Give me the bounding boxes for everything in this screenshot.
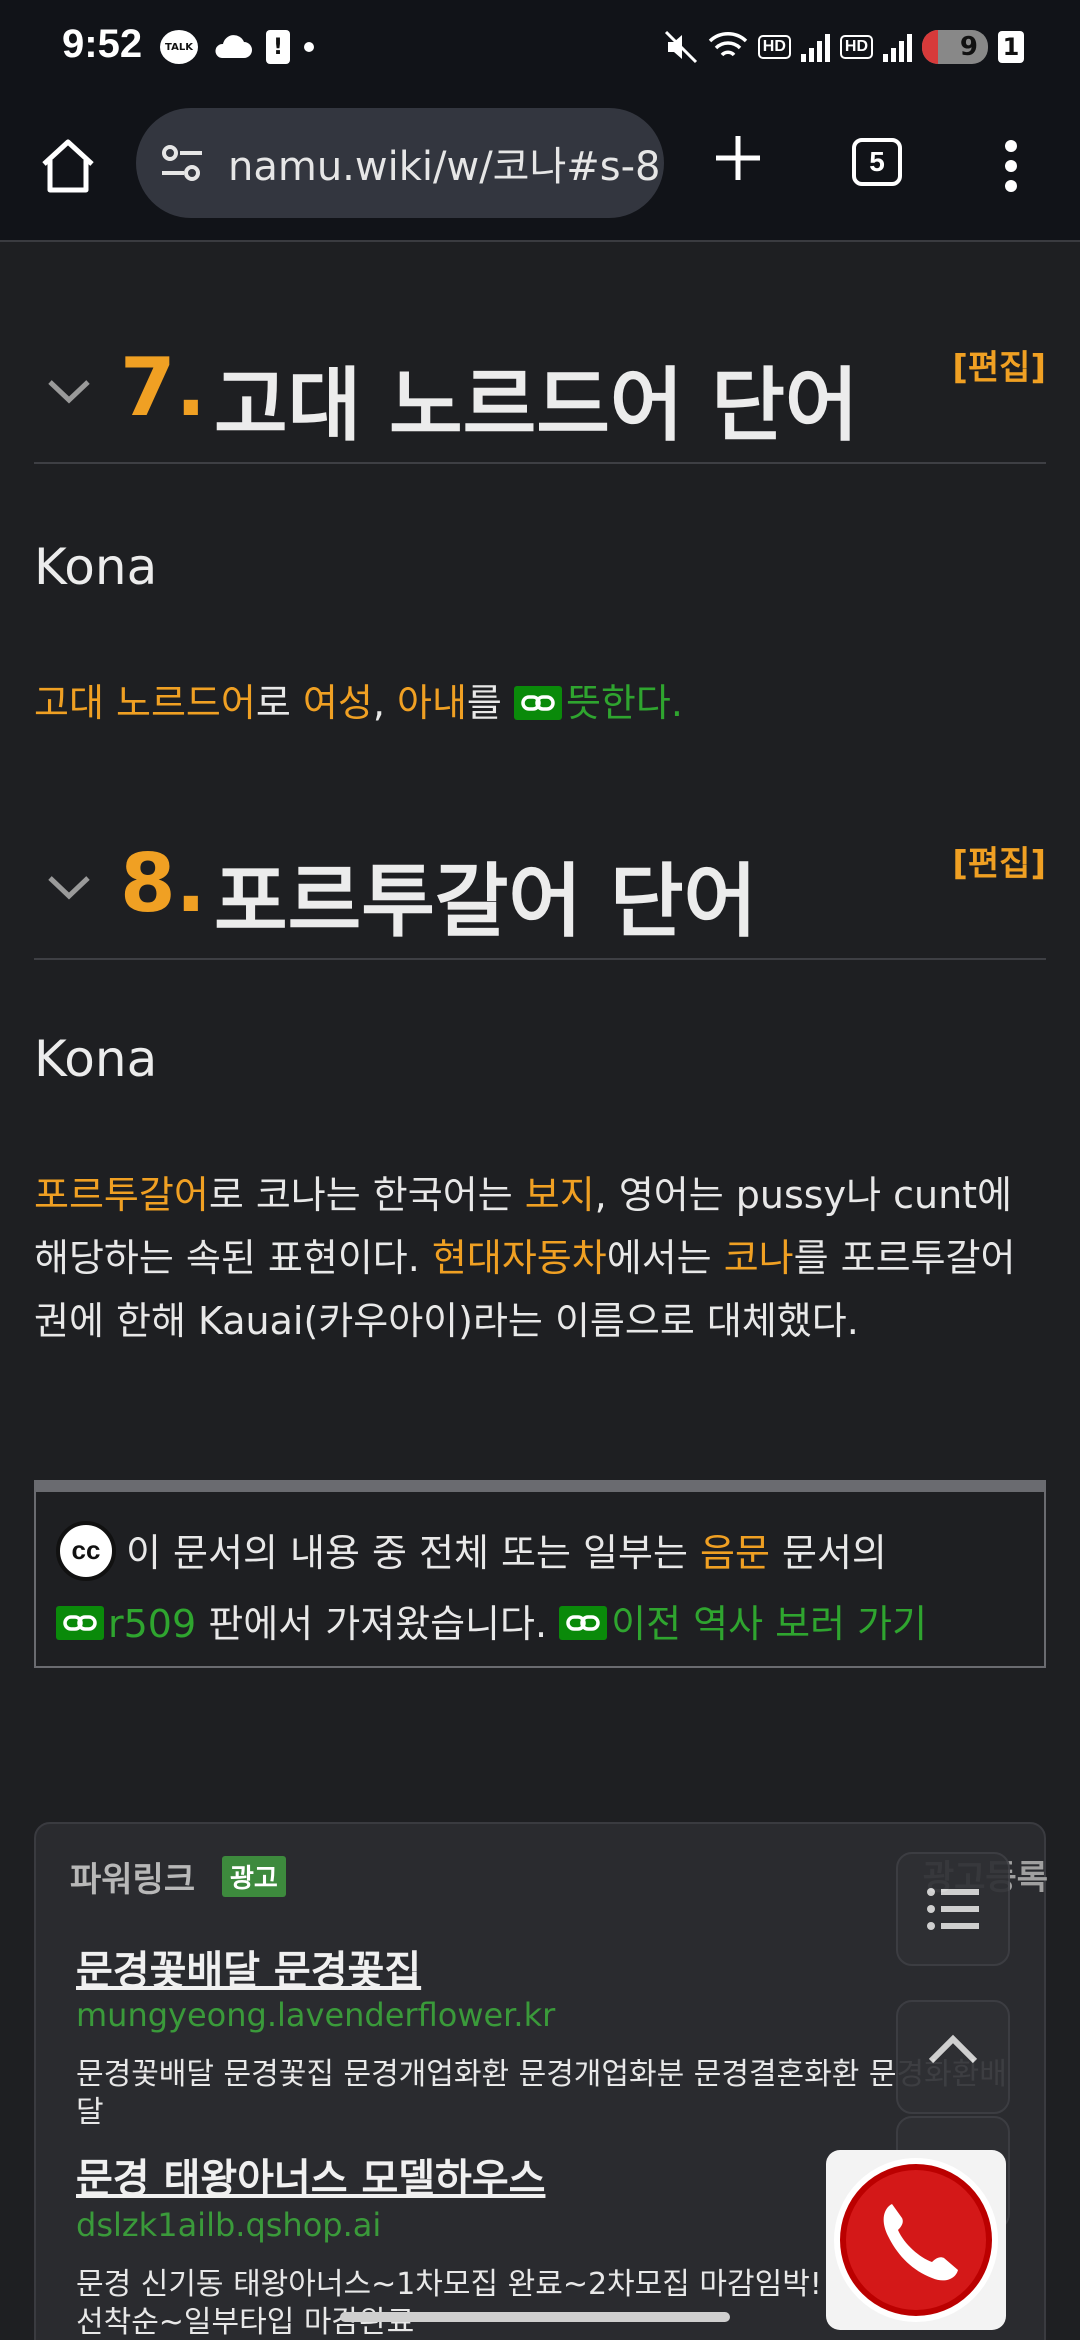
site-settings-icon[interactable] xyxy=(158,139,206,187)
signal-icon xyxy=(800,32,830,62)
home-icon[interactable] xyxy=(38,136,98,196)
link-means[interactable]: 뜻한다. xyxy=(566,681,683,725)
text: 로 코나는 한국어는 xyxy=(208,1173,525,1217)
kakaotalk-icon: TALK xyxy=(160,30,198,64)
arrow-up-icon xyxy=(928,2034,978,2064)
call-button[interactable] xyxy=(826,2150,1006,2330)
phone-icon xyxy=(834,2158,998,2322)
text: 이 문서의 내용 중 전체 또는 일부는 xyxy=(126,1531,700,1575)
signal-icon-2 xyxy=(883,32,912,62)
edit-link[interactable]: [편집] xyxy=(952,340,1046,389)
section-8-paragraph: 포르투갈어로 코나는 한국어는 보지, 영어는 pussy나 cunt에 해당하… xyxy=(34,1164,1046,1353)
status-time: 9:52 xyxy=(62,22,143,66)
tab-switcher-button[interactable]: 5 xyxy=(852,138,902,186)
more-notifications-dot xyxy=(304,42,314,52)
scroll-top-button[interactable] xyxy=(896,2000,1010,2114)
more-menu-icon[interactable] xyxy=(996,136,1026,196)
battery-icon: 9 xyxy=(922,30,988,64)
section-number: 8. xyxy=(120,837,207,930)
link-portuguese[interactable]: 포르투갈어 xyxy=(34,1173,209,1217)
new-tab-icon[interactable] xyxy=(710,130,766,186)
hd-voice-icon: HD xyxy=(757,35,791,59)
ad-item-desc: 문경꽃배달 문경꽃집 문경개업화환 문경개업화분 문경결혼화환 문경화환배달 xyxy=(76,2057,1007,2130)
status-bar: 9:52 TALK ! HD HD 9 1 xyxy=(0,0,1080,100)
chevron-down-icon[interactable] xyxy=(46,872,92,902)
toc-button[interactable] xyxy=(896,1852,1010,1966)
ad-item-domain[interactable]: dslzk1ailb.qshop.ai xyxy=(76,2206,381,2244)
section-7-word: Kona xyxy=(34,538,158,596)
text: 판에서 가져왔습니다. xyxy=(196,1601,560,1646)
license-notice: cc 이 문서의 내용 중 전체 또는 일부는 음문 문서의 r509 판에서 가… xyxy=(34,1480,1046,1668)
ad-item-title[interactable]: 문경 태왕아너스 모델하우스 xyxy=(76,2146,545,2204)
link-old-norse[interactable]: 고대 노르드어 xyxy=(34,681,256,725)
alert-icon: ! xyxy=(266,30,290,64)
edit-link[interactable]: [편집] xyxy=(952,836,1046,885)
notification-icons: TALK ! xyxy=(160,30,314,64)
section-7-heading[interactable]: 7. 고대 노르드어 단어 [편집] xyxy=(34,244,1046,464)
article-content: 7. 고대 노르드어 단어 [편집] Kona 고대 노르드어로 여성, 아내를… xyxy=(0,244,1080,2340)
external-link-icon xyxy=(56,1606,104,1640)
section-7-paragraph: 고대 노르드어로 여성, 아내를 뜻한다. xyxy=(34,672,1046,735)
sim-badge: 1 xyxy=(998,31,1024,63)
system-icons: HD HD 9 1 xyxy=(664,30,1024,64)
section-8-word: Kona xyxy=(34,1030,158,1088)
url-text: namu.wiki/w/코나#s-8 xyxy=(228,144,661,190)
link-wife[interactable]: 아내 xyxy=(397,681,467,725)
wifi-icon xyxy=(708,32,747,57)
ad-item-desc: 문경 신기동 태왕아너스~1차모집 완료~2차모집 마감임박! 선착순~일부타입… xyxy=(76,2267,822,2340)
hd-voice-icon-2: HD xyxy=(839,35,873,59)
address-bar[interactable]: namu.wiki/w/코나#s-8 xyxy=(136,108,664,218)
ad-label: 파워링크 xyxy=(70,1860,196,1900)
ad-item-domain[interactable]: mungyeong.lavenderflower.kr xyxy=(76,1996,555,2034)
cloud-icon xyxy=(215,35,252,58)
list-icon xyxy=(927,1888,979,1930)
link-source-doc[interactable]: 음문 xyxy=(700,1531,770,1575)
link-kona[interactable]: 코나 xyxy=(724,1236,794,1280)
text: 를 xyxy=(466,681,514,725)
link-term[interactable]: 보지 xyxy=(525,1173,595,1217)
text: 로 xyxy=(255,681,303,725)
browser-toolbar: namu.wiki/w/코나#s-8 5 xyxy=(0,100,1080,242)
link-hyundai[interactable]: 현대자동차 xyxy=(432,1236,607,1280)
link-history[interactable]: 이전 역사 보러 가기 xyxy=(611,1602,927,1646)
ad-badge: 광고 xyxy=(222,1856,286,1897)
link-woman[interactable]: 여성 xyxy=(303,681,373,725)
ad-item-title[interactable]: 문경꽃배달 문경꽃집 xyxy=(76,1938,421,1996)
creative-commons-icon: cc xyxy=(56,1520,116,1581)
link-revision[interactable]: r509 xyxy=(108,1602,196,1646)
mute-icon xyxy=(664,30,697,64)
chevron-down-icon[interactable] xyxy=(46,376,92,406)
text: 문서의 xyxy=(769,1531,887,1575)
text: 에서는 xyxy=(606,1236,724,1280)
section-number: 7. xyxy=(120,341,207,434)
section-8-heading[interactable]: 8. 포르투갈어 단어 [편집] xyxy=(34,740,1046,960)
external-link-icon xyxy=(513,685,562,720)
section-title: 고대 노르드어 단어 xyxy=(214,359,859,452)
section-title: 포르투갈어 단어 xyxy=(214,855,758,948)
text: , xyxy=(372,681,397,725)
external-link-icon xyxy=(559,1606,608,1640)
home-indicator[interactable] xyxy=(340,2312,730,2322)
